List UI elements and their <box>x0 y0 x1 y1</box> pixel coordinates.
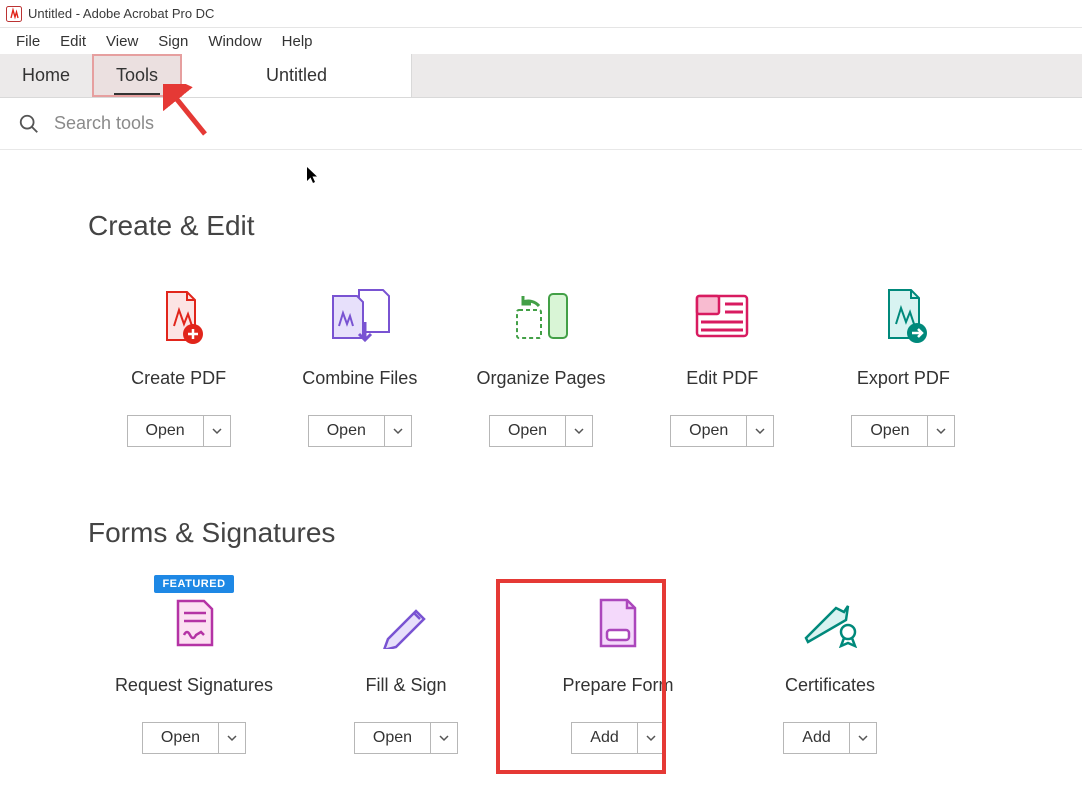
chevron-down-icon <box>755 426 765 436</box>
open-button[interactable]: Open <box>489 415 566 447</box>
tool-create-pdf[interactable]: Create PDF Open <box>88 282 269 447</box>
tool-label: Fill & Sign <box>365 675 446 696</box>
tab-bar: Home Tools Untitled <box>0 54 1082 98</box>
tool-label: Request Signatures <box>115 675 273 696</box>
window-titlebar: Untitled - Adobe Acrobat Pro DC <box>0 0 1082 28</box>
menu-help[interactable]: Help <box>272 30 323 53</box>
section-forms-heading: Forms & Signatures <box>88 517 994 549</box>
tool-row-forms: FEATURED Request Signatures Open <box>88 589 994 754</box>
dropdown-button[interactable] <box>747 415 774 447</box>
search-bar <box>0 98 1082 150</box>
create-pdf-icon <box>149 282 209 350</box>
window-title: Untitled - Adobe Acrobat Pro DC <box>28 6 214 21</box>
tool-label: Certificates <box>785 675 875 696</box>
chevron-down-icon <box>393 426 403 436</box>
prepare-form-icon <box>595 589 641 657</box>
chevron-down-icon <box>574 426 584 436</box>
menu-sign[interactable]: Sign <box>148 30 198 53</box>
dropdown-button[interactable] <box>566 415 593 447</box>
section-create-edit-heading: Create & Edit <box>88 210 994 242</box>
tool-fill-sign[interactable]: Fill & Sign Open <box>300 589 512 754</box>
certificates-icon <box>800 589 860 657</box>
dropdown-button[interactable] <box>850 722 877 754</box>
fill-sign-icon <box>378 589 434 657</box>
menu-bar: File Edit View Sign Window Help <box>0 28 1082 54</box>
tool-row-create-edit: Create PDF Open Combine Files Open <box>88 282 994 447</box>
search-icon <box>18 113 40 135</box>
dropdown-button[interactable] <box>638 722 665 754</box>
tool-organize-pages[interactable]: Organize Pages Open <box>450 282 631 447</box>
tool-label: Edit PDF <box>686 368 758 389</box>
dropdown-button[interactable] <box>385 415 412 447</box>
chevron-down-icon <box>212 426 222 436</box>
tool-edit-pdf[interactable]: Edit PDF Open <box>632 282 813 447</box>
open-button[interactable]: Open <box>354 722 431 754</box>
chevron-down-icon <box>646 733 656 743</box>
tool-label: Export PDF <box>857 368 950 389</box>
dropdown-button[interactable] <box>928 415 955 447</box>
tool-label: Combine Files <box>302 368 417 389</box>
request-signatures-icon <box>168 589 220 657</box>
open-button[interactable]: Open <box>851 415 928 447</box>
menu-window[interactable]: Window <box>198 30 271 53</box>
tool-prepare-form[interactable]: Prepare Form Add <box>512 589 724 754</box>
tools-content: Create & Edit Create PDF Open <box>0 210 1082 754</box>
app-icon <box>6 6 22 22</box>
chevron-down-icon <box>227 733 237 743</box>
cursor-icon <box>306 166 320 184</box>
tab-document[interactable]: Untitled <box>182 54 412 97</box>
combine-files-icon <box>325 282 395 350</box>
tab-home[interactable]: Home <box>0 54 92 97</box>
open-button[interactable]: Open <box>308 415 385 447</box>
open-button[interactable]: Open <box>142 722 219 754</box>
menu-file[interactable]: File <box>6 30 50 53</box>
tab-tools[interactable]: Tools <box>92 54 182 97</box>
chevron-down-icon <box>439 733 449 743</box>
search-input[interactable] <box>52 112 1064 135</box>
open-button[interactable]: Open <box>670 415 747 447</box>
tool-export-pdf[interactable]: Export PDF Open <box>813 282 994 447</box>
featured-badge: FEATURED <box>154 575 233 593</box>
tool-label: Prepare Form <box>562 675 673 696</box>
export-pdf-icon <box>873 282 933 350</box>
organize-pages-icon <box>509 282 573 350</box>
menu-edit[interactable]: Edit <box>50 30 96 53</box>
tool-request-signatures[interactable]: FEATURED Request Signatures Open <box>88 589 300 754</box>
tool-certificates[interactable]: Certificates Add <box>724 589 936 754</box>
chevron-down-icon <box>936 426 946 436</box>
open-button[interactable]: Open <box>127 415 204 447</box>
dropdown-button[interactable] <box>219 722 246 754</box>
chevron-down-icon <box>858 733 868 743</box>
add-button[interactable]: Add <box>571 722 637 754</box>
edit-pdf-icon <box>693 282 751 350</box>
tool-label: Organize Pages <box>476 368 605 389</box>
add-button[interactable]: Add <box>783 722 849 754</box>
tool-combine-files[interactable]: Combine Files Open <box>269 282 450 447</box>
dropdown-button[interactable] <box>431 722 458 754</box>
tool-label: Create PDF <box>131 368 226 389</box>
menu-view[interactable]: View <box>96 30 148 53</box>
dropdown-button[interactable] <box>204 415 231 447</box>
